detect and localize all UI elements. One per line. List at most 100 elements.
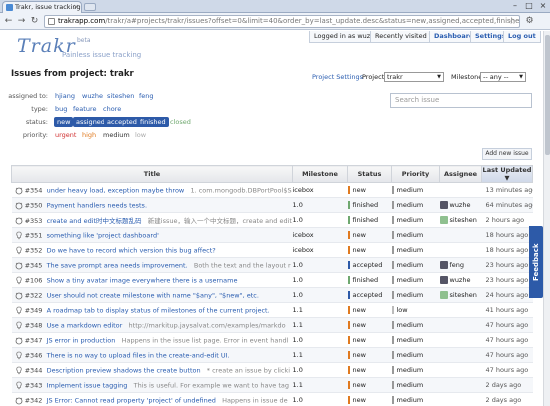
- filter-priority[interactable]: high: [82, 131, 96, 139]
- issue-title-link[interactable]: Implement issue tagging: [47, 381, 128, 389]
- column-header-title[interactable]: Title: [11, 165, 293, 183]
- table-row[interactable]: #348 Use a markdown editor http://markit…: [11, 317, 533, 333]
- milestone-value: 1.1: [292, 321, 303, 329]
- column-header-milestone[interactable]: Milestone: [292, 165, 348, 183]
- title-cell[interactable]: #348 Use a markdown editor http://markit…: [11, 317, 293, 333]
- filter-assignee[interactable]: hjiang: [55, 92, 75, 100]
- issue-number: #347: [24, 336, 43, 344]
- table-row[interactable]: #351 something like 'project dashboard' …: [11, 227, 533, 243]
- filter-priority[interactable]: urgent: [55, 131, 76, 139]
- issue-title-link[interactable]: A roadmap tab to display status of miles…: [47, 306, 270, 314]
- status-cell: new: [347, 362, 392, 378]
- title-cell[interactable]: #322 User should not create milestone wi…: [11, 287, 293, 303]
- title-cell[interactable]: #106 Show a tiny avatar image everywhere…: [11, 272, 293, 288]
- close-window-icon[interactable]: ×: [536, 1, 550, 11]
- bookmark-star-icon[interactable]: ☆: [509, 16, 516, 27]
- add-issue-button[interactable]: Add new issue: [482, 148, 532, 160]
- updated-cell: 18 hours ago: [481, 242, 533, 258]
- title-cell[interactable]: #353 create and edit时中文标题乱码 新建issue，输入一个…: [11, 212, 293, 228]
- title-cell[interactable]: #346 There is no way to upload files in …: [11, 347, 293, 363]
- issue-title-link[interactable]: The save prompt area needs improvement.: [47, 261, 188, 269]
- column-header-priority[interactable]: Priority: [391, 165, 440, 183]
- filter-assignee[interactable]: siteshen: [107, 92, 134, 100]
- scrollbar[interactable]: [543, 31, 550, 406]
- issue-title-link[interactable]: User should not create milestone with na…: [47, 291, 259, 299]
- filter-assignee[interactable]: feng: [139, 92, 154, 100]
- logout-link[interactable]: Log out: [503, 31, 541, 43]
- lightbulb-icon: [15, 381, 22, 389]
- minimize-icon[interactable]: –: [508, 1, 522, 11]
- issue-title-link[interactable]: Use a markdown editor: [47, 321, 123, 329]
- issue-title-link[interactable]: JS Error: Cannot read property 'project'…: [47, 396, 216, 404]
- forward-icon[interactable]: →: [16, 16, 27, 27]
- title-cell[interactable]: #344 Description preview shadows the cre…: [11, 362, 293, 378]
- filter-priority[interactable]: low: [135, 131, 146, 139]
- filter-type[interactable]: feature: [73, 105, 96, 113]
- browser-tab[interactable]: Trakr, issue tracking ... ×: [2, 1, 82, 13]
- filter-priority[interactable]: medium: [103, 131, 130, 139]
- title-cell[interactable]: #342 JS Error: Cannot read property 'pro…: [11, 392, 293, 406]
- table-row[interactable]: #344 Description preview shadows the cre…: [11, 362, 533, 378]
- url-bar[interactable]: trakrapp.com/trakr/a#projects/trakr/issu…: [44, 15, 520, 28]
- title-cell[interactable]: #351 something like 'project dashboard': [11, 227, 293, 243]
- project-select[interactable]: trakr ▼: [384, 72, 444, 82]
- title-cell[interactable]: #347 JS error in production Happens in t…: [11, 332, 293, 348]
- milestone-cell: 1.0: [292, 257, 348, 273]
- filter-type[interactable]: bug: [55, 105, 67, 113]
- new-tab-button[interactable]: [84, 3, 96, 11]
- issue-title-link[interactable]: under heavy load, exception maybe throw: [47, 186, 185, 194]
- table-row[interactable]: #347 JS error in production Happens in t…: [11, 332, 533, 348]
- column-header-assignee[interactable]: Assignee: [439, 165, 482, 183]
- back-icon[interactable]: ←: [3, 16, 14, 27]
- filter-type[interactable]: chore: [103, 105, 121, 113]
- title-cell[interactable]: #343 Implement issue tagging This is use…: [11, 377, 293, 393]
- issue-title-link[interactable]: create and edit时中文标题乱码: [47, 217, 142, 225]
- table-row[interactable]: #354 under heavy load, exception maybe t…: [11, 182, 533, 198]
- table-row[interactable]: #353 create and edit时中文标题乱码 新建issue，输入一个…: [11, 212, 533, 228]
- table-row[interactable]: #345 The save prompt area needs improvem…: [11, 257, 533, 273]
- title-cell[interactable]: #354 under heavy load, exception maybe t…: [11, 182, 293, 198]
- issue-title-link[interactable]: Show a tiny avatar image everywhere ther…: [47, 276, 238, 284]
- column-header-status[interactable]: Status: [347, 165, 392, 183]
- close-tab-icon[interactable]: ×: [73, 2, 79, 13]
- issue-title-link[interactable]: There is no way to upload files in the c…: [47, 351, 230, 359]
- search-input[interactable]: Search issue: [390, 93, 532, 108]
- reload-icon[interactable]: ↻: [29, 16, 40, 27]
- priority-value: medium: [391, 291, 424, 299]
- table-row[interactable]: #352 Do we have to record which version …: [11, 242, 533, 258]
- scrollbar-thumb[interactable]: [545, 35, 550, 155]
- feedback-tab[interactable]: Feedback: [529, 226, 543, 298]
- table-row[interactable]: #342 JS Error: Cannot read property 'pro…: [11, 392, 533, 406]
- filter-status[interactable]: finished: [137, 117, 169, 127]
- filter-status[interactable]: accepted: [104, 117, 140, 127]
- filter-status[interactable]: closed: [170, 118, 191, 126]
- filter-assignee[interactable]: wuzhe: [82, 92, 103, 100]
- issue-title-link[interactable]: Do we have to record which version this …: [47, 246, 216, 254]
- title-cell[interactable]: #349 A roadmap tab to display status of …: [11, 302, 293, 318]
- table-row[interactable]: #106 Show a tiny avatar image everywhere…: [11, 272, 533, 288]
- table-row[interactable]: #350 Payment handlers needs tests. 1.0 fi…: [11, 197, 533, 213]
- url-host: trakrapp.com: [58, 17, 106, 25]
- status-cell: new: [347, 377, 392, 393]
- wrench-icon[interactable]: ⚙: [524, 16, 535, 27]
- issue-description: http://markitup.jaysalvat.com/examples/m…: [128, 321, 286, 329]
- table-row[interactable]: #349 A roadmap tab to display status of …: [11, 302, 533, 318]
- project-settings-link[interactable]: Project Settings: [312, 73, 363, 81]
- title-cell[interactable]: #350 Payment handlers needs tests.: [11, 197, 293, 213]
- status-cell: new: [347, 392, 392, 406]
- maximize-icon[interactable]: □: [522, 1, 536, 11]
- issue-title-link[interactable]: JS error in production: [47, 336, 116, 344]
- title-cell[interactable]: #352 Do we have to record which version …: [11, 242, 293, 258]
- issue-title-link[interactable]: something like 'project dashboard': [47, 231, 159, 239]
- issue-title-link[interactable]: Description preview shadows the create b…: [47, 366, 201, 374]
- table-row[interactable]: #346 There is no way to upload files in …: [11, 347, 533, 363]
- filter-status[interactable]: new: [54, 117, 74, 127]
- filter-label: assigned to:: [8, 92, 48, 100]
- title-cell[interactable]: #345 The save prompt area needs improvem…: [11, 257, 293, 273]
- milestone-select[interactable]: -- any -- ▼: [480, 72, 526, 82]
- column-header-last-updated[interactable]: Last Updated ▼: [481, 165, 533, 183]
- issue-title-link[interactable]: Payment handlers needs tests.: [47, 201, 147, 209]
- filter-status[interactable]: assigned: [73, 117, 108, 127]
- table-row[interactable]: #343 Implement issue tagging This is use…: [11, 377, 533, 393]
- table-row[interactable]: #322 User should not create milestone wi…: [11, 287, 533, 303]
